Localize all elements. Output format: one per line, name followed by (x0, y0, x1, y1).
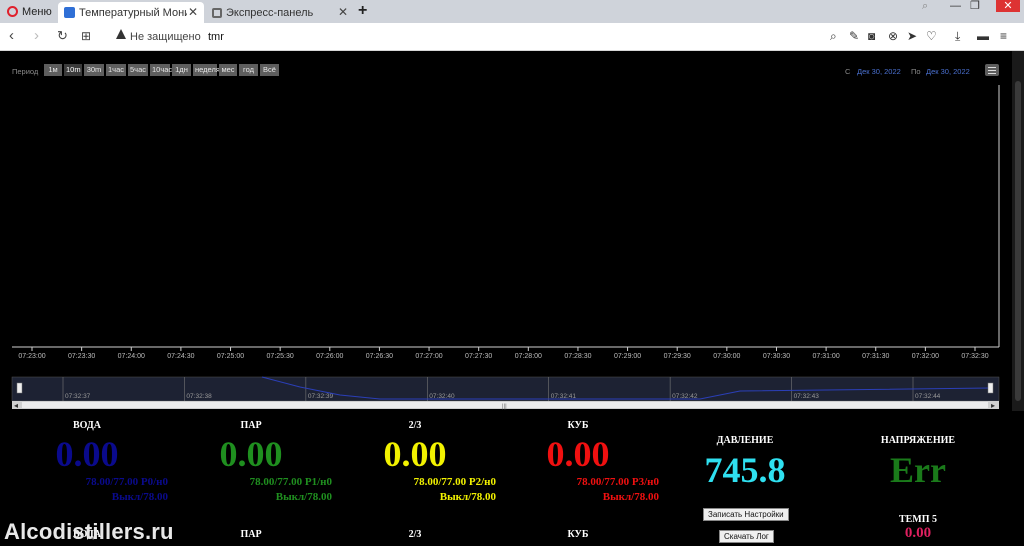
sensor-setting-voda: 78.00/77.00 P0/н0 (85, 476, 168, 488)
forward-icon[interactable]: › (34, 28, 39, 44)
x-tick-label: 07:25:00 (217, 353, 244, 360)
edit-icon[interactable]: ✎ (849, 29, 859, 43)
pressure-title: ДАВЛЕНИЕ (716, 435, 774, 446)
battery-icon[interactable]: ▬ (977, 29, 989, 43)
x-tick-label: 07:23:00 (18, 353, 45, 360)
chart-panel: Период 1м 10m 30m 1час 5час 10час 1дн неделя мес… (0, 51, 1024, 411)
opera-logo-icon (7, 6, 18, 17)
sensor-setting-23: 78.00/77.00 P2/н0 (413, 476, 496, 488)
scroll-left-icon[interactable]: ◂ (14, 401, 18, 410)
sensor-title-23: 2/3 (408, 420, 422, 431)
x-tick-label: 07:31:30 (862, 353, 889, 360)
reload-icon[interactable]: ↻ (57, 28, 68, 44)
sensor-state-par: Выкл/78.00 (275, 491, 332, 503)
second-row-title-kub: КУБ (567, 529, 589, 540)
browser-tab-bar: Меню Температурный Монитор ✕ Экспресс-па… (0, 0, 1024, 23)
gauges-panel: ВОДА 0.00 78.00/77.00 P0/н0 Выкл/78.00 П… (0, 411, 1024, 546)
back-icon[interactable]: ‹ (9, 28, 14, 44)
x-tick-label: 07:29:30 (664, 353, 691, 360)
x-tick-label: 07:29:00 (614, 353, 641, 360)
x-tick-label: 07:31:00 (812, 353, 839, 360)
tab-title: Температурный Монитор (79, 6, 187, 19)
send-icon[interactable]: ➤ (907, 29, 917, 43)
block-icon[interactable]: ⊗ (888, 29, 898, 43)
tab-temperature-monitor[interactable]: Температурный Монитор ✕ (58, 2, 204, 23)
menu-lines-icon[interactable]: ≡ (1000, 29, 1007, 43)
sensor-state-23: Выкл/78.00 (439, 491, 496, 503)
restore-icon[interactable]: ❐ (970, 0, 980, 12)
navigator-tick-label: 07:32:38 (186, 393, 212, 400)
navigator-tick-label: 07:32:43 (794, 393, 820, 400)
sensor-value-23: 0.00 (383, 434, 447, 474)
x-tick-label: 07:26:30 (366, 353, 393, 360)
navigator-panel[interactable] (11, 376, 1000, 402)
download-log-button[interactable]: Скачать Лог (719, 530, 774, 543)
x-tick-label: 07:27:30 (465, 353, 492, 360)
second-row-title-par: ПАР (240, 529, 262, 540)
navigator-tick-label: 07:32:39 (308, 393, 334, 400)
page-scrollbar[interactable] (1012, 51, 1024, 411)
navigator-right-handle[interactable] (987, 382, 994, 394)
tabs-grid-icon[interactable]: ⊞ (81, 28, 91, 44)
browser-menu-label: Меню (22, 5, 52, 18)
tab-close-icon[interactable]: ✕ (188, 5, 198, 19)
voltage-title: НАПРЯЖЕНИЕ (880, 435, 956, 446)
heart-icon[interactable]: ♡ (926, 29, 937, 43)
x-tick-label: 07:24:00 (118, 353, 145, 360)
pressure-value: 745.8 (704, 450, 786, 490)
x-tick-label: 07:32:30 (961, 353, 988, 360)
scroll-right-icon[interactable]: ▸ (991, 401, 995, 410)
x-tick-label: 07:28:30 (564, 353, 591, 360)
download-icon[interactable]: ⤓ (955, 29, 960, 43)
voltage-value: Err (890, 450, 946, 490)
navigator-tick-label: 07:32:37 (65, 393, 91, 400)
sensor-title-par: ПАР (240, 420, 262, 431)
grid-icon (212, 7, 222, 18)
x-tick-label: 07:32:00 (912, 353, 939, 360)
new-tab-icon[interactable]: + (358, 2, 367, 20)
x-tick-label: 07:26:00 (316, 353, 343, 360)
warning-icon (116, 29, 126, 39)
chart-svg: 07:23:00 07:23:30 07:24:00 07:24:30 07:25:00… (11, 85, 1000, 410)
temp5-title: ТЕМП 5 (898, 514, 938, 525)
navigator-tick-label: 07:32:44 (915, 393, 941, 400)
x-tick-label: 07:24:30 (167, 353, 194, 360)
second-row-title-23: 2/3 (408, 529, 422, 540)
sensor-title-voda: ВОДА (72, 420, 102, 431)
sensor-setting-kub: 78.00/77.00 P3/н0 (576, 476, 659, 488)
x-tick-label: 07:25:30 (267, 353, 294, 360)
tab-title: Экспресс-панель (226, 6, 314, 19)
navigator-left-handle[interactable] (16, 382, 23, 394)
x-tick-label: 07:23:30 (68, 353, 95, 360)
sensor-value-par: 0.00 (219, 434, 283, 474)
save-settings-button[interactable]: Записать Настройки (703, 508, 789, 521)
minimize-icon[interactable]: — (950, 0, 961, 12)
sensor-setting-par: 78.00/77.00 P1/н0 (249, 476, 332, 488)
security-status[interactable]: Не защищено (130, 31, 201, 43)
sensor-value-kub: 0.00 (546, 434, 610, 474)
search-icon[interactable]: ⌕ (830, 29, 837, 43)
sensor-state-voda: Выкл/78.00 (111, 491, 168, 503)
site-watermark: Alcodistillers.ru (4, 519, 174, 544)
x-tick-label: 07:27:00 (415, 353, 442, 360)
scroll-grip-icon[interactable]: ||| (502, 404, 507, 410)
x-tick-label: 07:28:00 (515, 353, 542, 360)
tab-close-icon[interactable]: ✕ (338, 5, 348, 19)
sensor-value-voda: 0.00 (55, 434, 119, 474)
sensor-title-kub: КУБ (567, 420, 589, 431)
page-scrollbar-thumb[interactable] (1015, 81, 1021, 401)
browser-menu-button[interactable]: Меню (0, 0, 54, 23)
search-tabs-icon[interactable]: ⌕ (922, 0, 928, 12)
x-tick-label: 07:30:00 (713, 353, 740, 360)
x-tick-label: 07:30:30 (763, 353, 790, 360)
tab-express-panel[interactable]: Экспресс-панель ✕ (206, 2, 354, 23)
url-field[interactable]: tmr (208, 31, 224, 43)
address-bar: ‹ › ↻ ⊞ Не защищено tmr ⌕ ✎ ◙ ⊗ ➤ ♡ ⤓ ▬ … (0, 23, 1024, 51)
temp5-value: 0.00 (904, 525, 932, 541)
close-window-icon[interactable]: ✕ (996, 0, 1020, 12)
camera-icon[interactable]: ◙ (868, 29, 875, 43)
page-favicon-icon (64, 7, 75, 18)
sensor-state-kub: Выкл/78.00 (602, 491, 659, 503)
